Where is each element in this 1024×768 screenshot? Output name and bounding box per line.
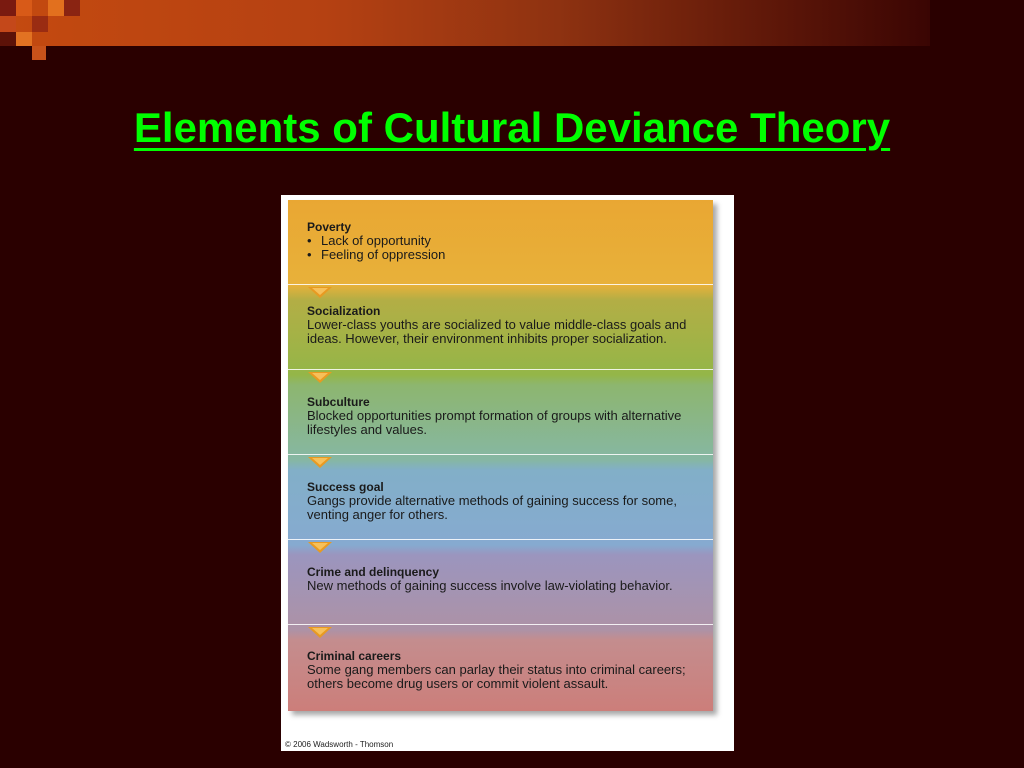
down-arrow-icon [308,287,332,298]
section-text: Lower-class youths are socialized to val… [307,317,687,346]
decor-square [16,0,32,16]
section-text: Blocked opportunities prompt formation o… [307,408,682,437]
section-heading: Subculture [307,395,370,409]
decor-square [32,46,46,60]
decor-square [0,32,16,46]
section-heading: Criminal careers [307,649,402,663]
decor-square [64,0,80,16]
section-heading: Poverty [307,220,352,234]
section-text: Gangs provide alternative methods of gai… [307,493,677,522]
section-poverty: Poverty Lack of opportunity Feeling of o… [288,200,713,284]
slide-title: Elements of Cultural Deviance Theory [133,104,891,151]
down-arrow-icon [308,372,332,383]
section-criminal-careers: Criminal careers Some gang members can p… [288,624,713,712]
down-arrow-icon [308,457,332,468]
flow-diagram: Poverty Lack of opportunity Feeling of o… [281,195,734,751]
decor-square [16,32,32,46]
top-decorative-band [0,0,930,46]
section-text: Some gang members can parlay their statu… [307,662,686,691]
section-socialization: Socialization Lower-class youths are soc… [288,284,713,369]
section-crime-delinquency: Crime and delinquency New methods of gai… [288,539,713,624]
bullet-item: Feeling of oppression [307,248,697,262]
down-arrow-icon [308,542,332,553]
bullet-item: Lack of opportunity [307,234,697,248]
decor-square [0,0,16,16]
down-arrow-icon [308,627,332,638]
decor-square [48,0,64,16]
section-heading: Crime and delinquency [307,565,440,579]
section-subculture: Subculture Blocked opportunities prompt … [288,369,713,454]
section-heading: Socialization [307,304,381,318]
diagram-panel: Poverty Lack of opportunity Feeling of o… [288,200,713,711]
bullet-list: Lack of opportunity Feeling of oppressio… [307,234,697,262]
section-text: New methods of gaining success involve l… [307,578,673,593]
section-heading: Success goal [307,480,384,494]
decor-square [0,16,16,32]
decor-square [32,16,48,32]
section-success-goal: Success goal Gangs provide alternative m… [288,454,713,539]
copyright-notice: © 2006 Wadsworth - Thomson [285,740,394,749]
